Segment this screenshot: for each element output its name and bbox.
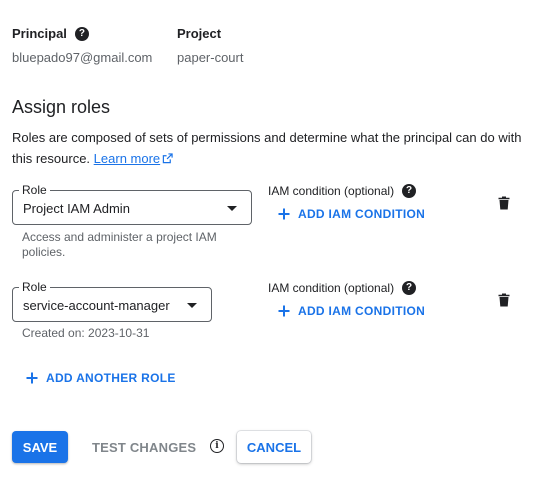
help-circle-icon[interactable]: ?: [402, 281, 417, 295]
add-iam-condition-label: ADD IAM CONDITION: [298, 207, 426, 221]
project-value: paper-court: [177, 50, 244, 65]
add-iam-condition-button-2[interactable]: ADD IAM CONDITION: [278, 304, 425, 318]
help-circle-icon[interactable]: ?: [74, 26, 89, 41]
iam-condition-header-1: IAM condition (optional) ?: [268, 184, 417, 198]
role-value: Project IAM Admin: [23, 201, 130, 216]
principal-label: Principal: [12, 26, 67, 41]
add-another-role-button[interactable]: ADD ANOTHER ROLE: [26, 371, 176, 385]
role-field-label: Role: [19, 281, 50, 293]
plus-icon: [26, 372, 38, 384]
cancel-button[interactable]: CANCEL: [237, 431, 311, 463]
learn-more-link[interactable]: Learn more: [94, 151, 160, 166]
role-select-1[interactable]: Role Project IAM Admin: [12, 184, 252, 225]
save-button[interactable]: SAVE: [12, 431, 68, 463]
help-circle-icon[interactable]: ?: [402, 184, 417, 198]
section-description: Roles are composed of sets of permission…: [12, 127, 522, 170]
test-changes-button[interactable]: TEST CHANGES: [92, 440, 196, 455]
learn-more-label: Learn more: [93, 151, 161, 166]
role-select-2[interactable]: Role service-account-manager: [12, 281, 212, 322]
add-iam-condition-label: ADD IAM CONDITION: [298, 304, 426, 318]
delete-role-icon[interactable]: [498, 196, 510, 215]
principal-header: Principal ?: [12, 26, 89, 41]
role-value: service-account-manager: [23, 298, 170, 313]
role-field-label: Role: [19, 184, 50, 196]
delete-role-icon[interactable]: [498, 293, 510, 312]
role-hint: Access and administer a project IAM poli…: [22, 230, 217, 259]
info-icon[interactable]: i: [210, 439, 224, 453]
open-in-new-icon[interactable]: [162, 149, 173, 170]
section-title: Assign roles: [12, 97, 111, 117]
plus-icon: [278, 208, 290, 220]
iam-condition-label: IAM condition (optional): [268, 281, 395, 295]
dropdown-arrow-icon[interactable]: [187, 303, 197, 308]
add-another-role-label: ADD ANOTHER ROLE: [46, 371, 176, 385]
plus-icon: [278, 305, 290, 317]
project-label: Project: [177, 26, 222, 41]
description-text: Roles are composed of sets of permission…: [12, 130, 522, 166]
dropdown-arrow-icon[interactable]: [227, 206, 237, 211]
iam-condition-label: IAM condition (optional): [268, 184, 395, 198]
iam-condition-header-2: IAM condition (optional) ?: [268, 281, 417, 295]
add-iam-condition-button-1[interactable]: ADD IAM CONDITION: [278, 207, 425, 221]
role-hint: Created on: 2023-10-31: [22, 326, 150, 340]
principal-value: bluepado97@gmail.com: [12, 50, 153, 65]
